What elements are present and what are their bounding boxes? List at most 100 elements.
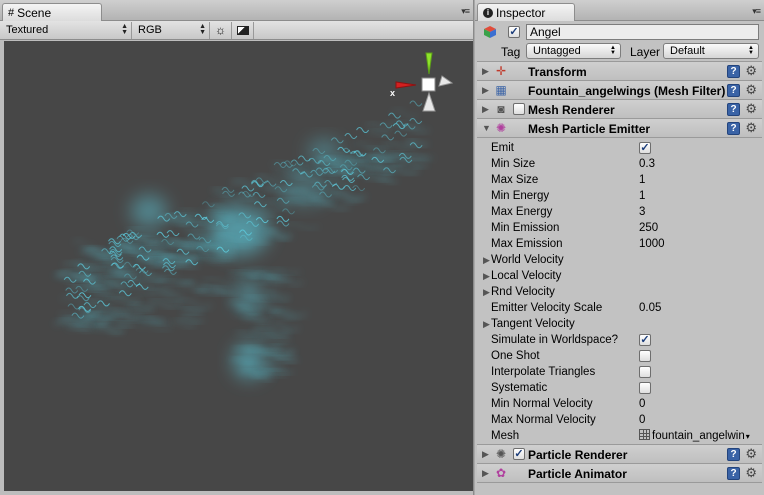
property-checkbox[interactable]: ✓ (639, 334, 651, 346)
component-title: Particle Animator (528, 467, 627, 481)
gear-icon[interactable]: ⚙ (745, 120, 757, 136)
property-value-field[interactable]: 1 (639, 172, 645, 188)
particle-animator-icon: ✿ (495, 466, 507, 480)
foldout-collapsed-icon[interactable]: ▶ (483, 252, 490, 268)
foldout-collapsed-icon[interactable]: ▶ (483, 268, 490, 284)
property-value-field[interactable]: 3 (639, 204, 645, 220)
component-header-mesh-particle-emitter[interactable]: ▼ ✺ Mesh Particle Emitter ? ⚙ (477, 119, 762, 138)
gizmo-y-cone[interactable] (425, 52, 433, 75)
property-tangent-velocity[interactable]: ▶ Tangent Velocity (477, 316, 762, 332)
property-checkbox[interactable] (639, 366, 651, 378)
property-label: Max Size (491, 174, 539, 186)
emitter-properties: Emit ✓ Min Size 0.3 Max Size 1 Min Energy 1 Max … (477, 138, 762, 444)
panel-menu-icon[interactable]: ▾≡ (461, 7, 470, 16)
grid-icon: # (8, 6, 15, 19)
property-checkbox[interactable]: ✓ (639, 142, 651, 154)
display-mode-dropdown[interactable]: RGB ▲ ▼ (132, 21, 210, 39)
updown-arrows-icon: ▲ ▼ (610, 45, 616, 56)
object-active-checkbox[interactable]: ✓ (508, 26, 520, 38)
property-value-field[interactable]: 1 (639, 188, 645, 204)
help-icon[interactable]: ? (727, 103, 740, 116)
render-mode-dropdown[interactable]: Textured ▲ ▼ (0, 21, 132, 39)
property-one-shot: One Shot (477, 348, 762, 364)
tag-label: Tag (501, 45, 521, 59)
component-header-fountain-angelwings-mesh-filter[interactable]: ▶ ▦ Fountain_angelwings (Mesh Filter)? ⚙ (477, 81, 762, 100)
layer-label: Layer (630, 45, 661, 59)
scene-overlay-toggle[interactable] (232, 21, 254, 39)
help-icon[interactable]: ? (727, 84, 740, 97)
property-rnd-velocity[interactable]: ▶ Rnd Velocity (477, 284, 762, 300)
help-icon[interactable]: ? (727, 448, 740, 461)
gizmo-neg-y-cone[interactable] (422, 91, 436, 112)
property-checkbox[interactable] (639, 350, 651, 362)
foldout-collapsed-icon[interactable]: ▶ (482, 66, 489, 77)
layer-value: Default (670, 45, 705, 57)
component-header-mesh-renderer[interactable]: ▶ ◙ Mesh Renderer? ⚙ (477, 100, 762, 119)
property-value-field[interactable]: 0.05 (639, 300, 661, 316)
gizmo[interactable]: x (390, 52, 454, 112)
gizmo-x-label: x (390, 88, 395, 98)
property-label: Max Emission (491, 238, 563, 250)
tab-inspector[interactable]: i Inspector (477, 3, 575, 21)
sun-icon: ☼ (215, 23, 226, 37)
gear-icon[interactable]: ⚙ (745, 101, 757, 117)
foldout-collapsed-icon[interactable]: ▶ (482, 104, 489, 115)
component-enabled-checkbox[interactable] (513, 103, 525, 115)
gear-icon[interactable]: ⚙ (745, 82, 757, 98)
property-value-field[interactable]: 0 (639, 412, 645, 428)
foldout-expanded-icon[interactable]: ▼ (482, 123, 491, 133)
property-label: Interpolate Triangles (491, 366, 596, 378)
tab-scene[interactable]: # Scene (2, 3, 102, 21)
gizmo-center-cube[interactable] (421, 77, 436, 92)
foldout-collapsed-icon[interactable]: ▶ (483, 284, 490, 300)
property-world-velocity[interactable]: ▶ World Velocity (477, 252, 762, 268)
object-name-field[interactable]: Angel (526, 24, 759, 40)
property-max-size: Max Size 1 (477, 172, 762, 188)
gear-icon[interactable]: ⚙ (745, 465, 757, 481)
property-value-field[interactable]: 0 (639, 396, 645, 412)
property-simulate-in-worldspace: Simulate in Worldspace? ✓ (477, 332, 762, 348)
property-label: Min Emission (491, 222, 560, 234)
gizmo-x-cone[interactable] (395, 81, 417, 89)
scene-toolbar: Textured ▲ ▼ RGB ▲ ▼ ☼ (0, 21, 473, 40)
property-label: World Velocity (491, 254, 564, 266)
object-picker-icon[interactable]: ▾ (746, 432, 750, 441)
property-checkbox[interactable] (639, 382, 651, 394)
panel-menu-icon[interactable]: ▾≡ (752, 7, 761, 16)
help-icon[interactable]: ? (727, 122, 740, 135)
property-min-energy: Min Energy 1 (477, 188, 762, 204)
foldout-collapsed-icon[interactable]: ▶ (482, 449, 489, 460)
particle-cloud: x (54, 52, 454, 381)
gizmo-z-cone[interactable] (438, 75, 454, 87)
property-value-field[interactable]: 250 (639, 220, 658, 236)
property-value-field[interactable]: 0.3 (639, 156, 655, 172)
component-title: Transform (528, 65, 587, 79)
gear-icon[interactable]: ⚙ (745, 446, 757, 462)
property-min-size: Min Size 0.3 (477, 156, 762, 172)
help-icon[interactable]: ? (727, 467, 740, 480)
component-header-particle-renderer[interactable]: ▶ ✺ ✓ Particle Renderer? ⚙ (477, 445, 762, 464)
property-label: Max Energy (491, 206, 553, 218)
property-local-velocity[interactable]: ▶ Local Velocity (477, 268, 762, 284)
component-title: Mesh Renderer (528, 103, 615, 117)
mesh-filter-icon: ▦ (495, 83, 507, 97)
property-mesh: Mesh fountain_angelwin▾ (477, 428, 762, 444)
component-header-transform[interactable]: ▶ ✛ Transform? ⚙ (477, 62, 762, 81)
property-label: Tangent Velocity (491, 318, 575, 330)
foldout-collapsed-icon[interactable]: ▶ (482, 85, 489, 96)
layer-dropdown[interactable]: Default ▲ ▼ (663, 43, 759, 59)
scene-viewport[interactable]: x (4, 41, 473, 491)
foldout-collapsed-icon[interactable]: ▶ (482, 468, 489, 479)
component-header-particle-animator[interactable]: ▶ ✿ Particle Animator? ⚙ (477, 464, 762, 483)
property-value-field[interactable]: 1000 (639, 236, 665, 252)
particle-wisps (54, 100, 435, 381)
scene-lighting-toggle[interactable]: ☼ (210, 21, 232, 39)
help-icon[interactable]: ? (727, 65, 740, 78)
foldout-collapsed-icon[interactable]: ▶ (483, 316, 490, 332)
updown-arrows-icon: ▲ ▼ (199, 22, 206, 36)
tag-dropdown[interactable]: Untagged ▲ ▼ (526, 43, 621, 59)
mesh-renderer-icon: ◙ (497, 102, 505, 116)
gear-icon[interactable]: ⚙ (745, 63, 757, 79)
mesh-object-field[interactable]: fountain_angelwin▾ (639, 428, 750, 445)
component-enabled-checkbox[interactable]: ✓ (513, 448, 525, 460)
